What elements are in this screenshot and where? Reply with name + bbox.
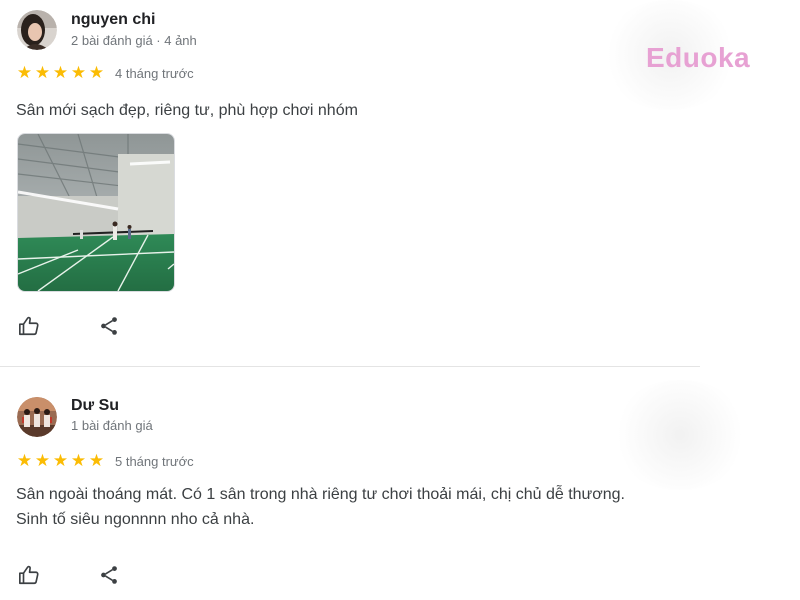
- like-button[interactable]: [16, 562, 42, 588]
- author-name[interactable]: nguyen chi: [71, 11, 155, 29]
- star-icon: ★: [52, 63, 69, 82]
- share-button[interactable]: [96, 313, 122, 339]
- star-icon: ★: [70, 451, 87, 470]
- star-icon: ★: [52, 451, 69, 470]
- like-button[interactable]: [16, 313, 42, 339]
- star-icon: ★: [34, 451, 51, 470]
- share-icon: [101, 566, 117, 584]
- author-name[interactable]: Dư Su: [71, 397, 119, 415]
- author-meta: 2 bài đánh giá · 4 ảnh: [71, 33, 197, 48]
- thumbs-up-icon: [19, 316, 39, 336]
- thumbs-up-icon: [19, 565, 39, 585]
- review-photo[interactable]: [17, 133, 175, 292]
- rating-row: ★ ★ ★ ★ ★ 5 tháng trước: [16, 452, 194, 470]
- review-text: Sân ngoài thoáng mát. Có 1 sân trong nhà…: [16, 486, 625, 528]
- eduoka-watermark: Eduoka: [646, 42, 751, 73]
- review-time: 4 tháng trước: [115, 65, 194, 81]
- star-icon: ★: [34, 63, 51, 82]
- star-rating: ★ ★ ★ ★ ★: [16, 64, 105, 82]
- star-rating: ★ ★ ★ ★ ★: [16, 452, 105, 470]
- author-meta: 1 bài đánh giá: [71, 418, 153, 433]
- reviews-page: nguyen chi 2 bài đánh giá · 4 ảnh ★ ★ ★ …: [0, 0, 800, 600]
- review-time: 5 tháng trước: [115, 453, 194, 469]
- star-icon: ★: [88, 451, 105, 470]
- star-icon: ★: [88, 63, 105, 82]
- share-button[interactable]: [96, 562, 122, 588]
- review-card: Dư Su 1 bài đánh giá ★ ★ ★ ★ ★ 5 tháng t…: [0, 367, 800, 600]
- review-text: Sân mới sạch đẹp, riêng tư, phù hợp chơi…: [16, 102, 358, 119]
- rating-row: ★ ★ ★ ★ ★ 4 tháng trước: [16, 64, 194, 82]
- star-icon: ★: [16, 63, 33, 82]
- avatar[interactable]: [17, 397, 57, 437]
- star-icon: ★: [16, 451, 33, 470]
- star-icon: ★: [70, 63, 87, 82]
- share-icon: [101, 317, 117, 335]
- avatar[interactable]: [17, 10, 57, 50]
